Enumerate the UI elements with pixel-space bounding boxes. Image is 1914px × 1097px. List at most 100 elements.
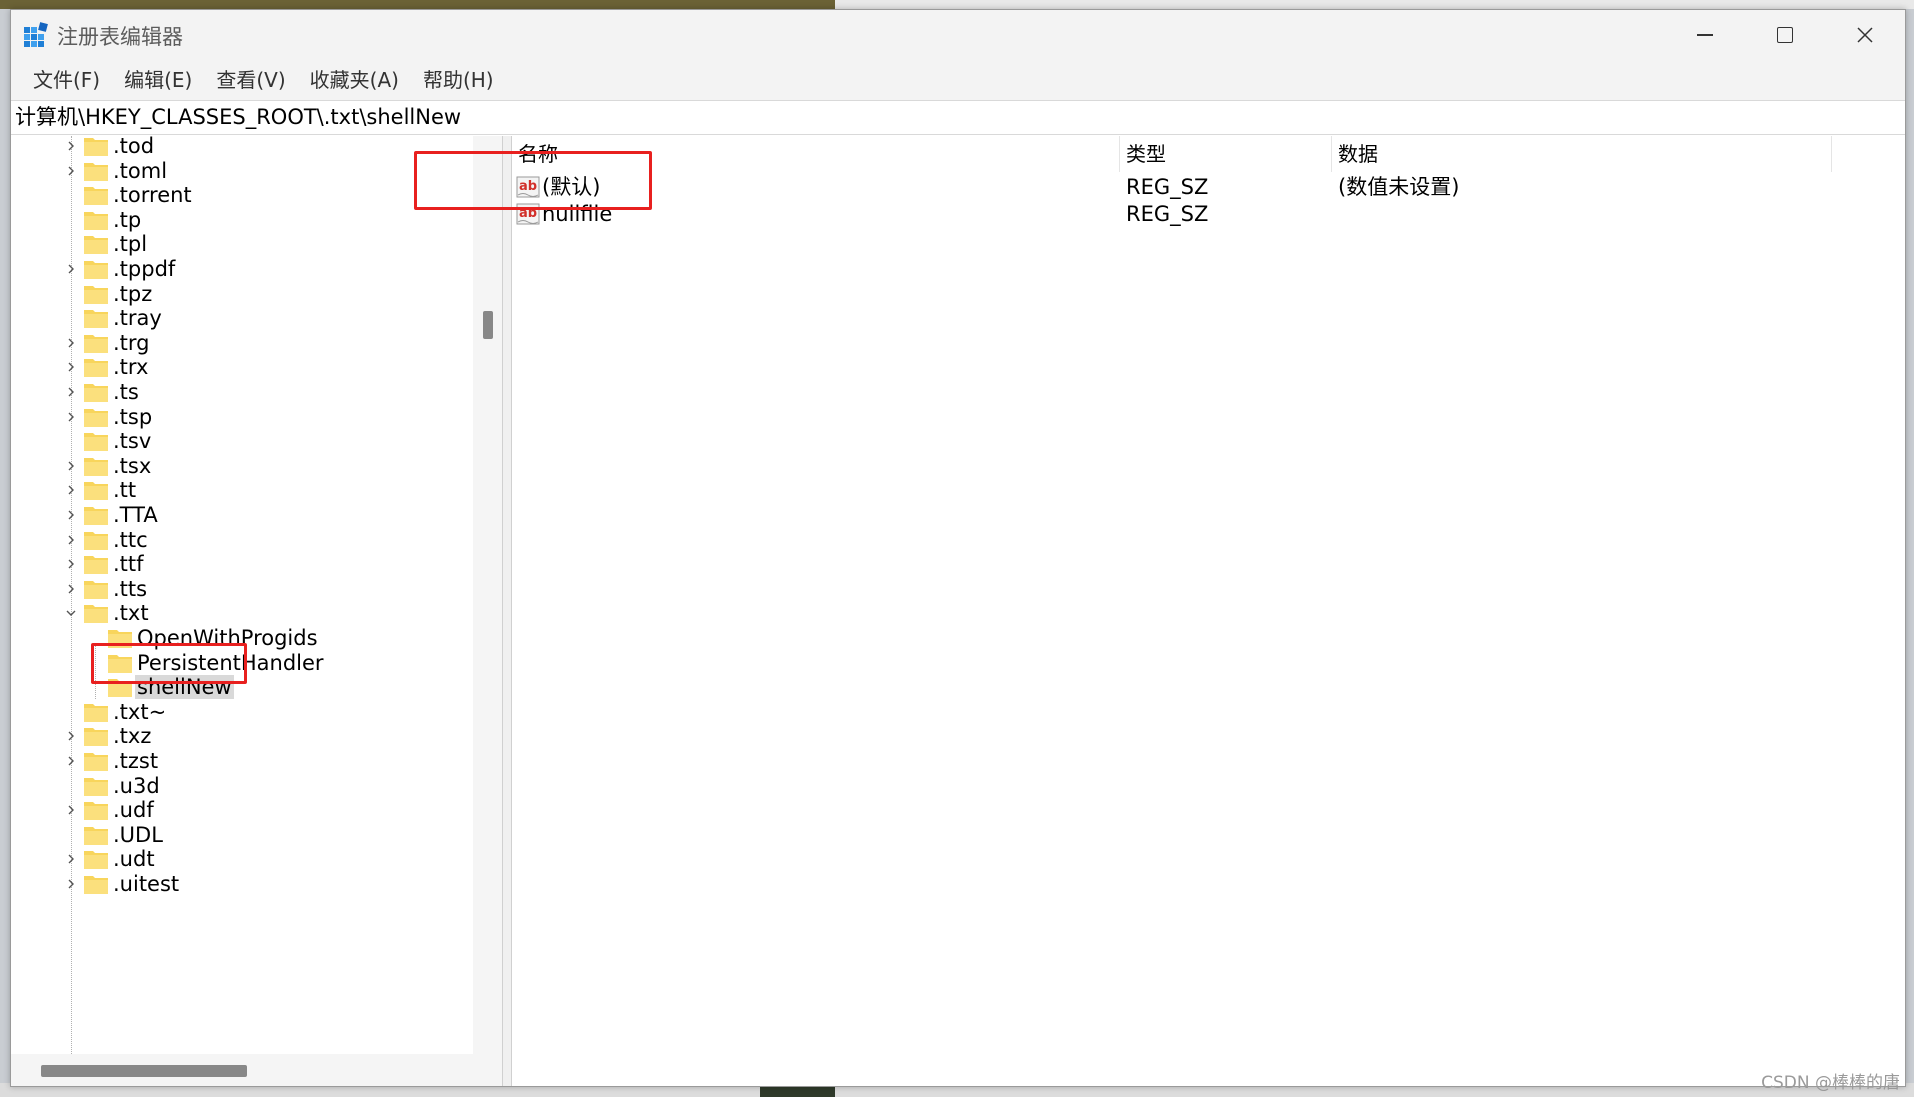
tree-item-label: .trg xyxy=(113,330,150,355)
tree-item-label: shellNew xyxy=(135,675,234,700)
folder-icon xyxy=(83,848,109,870)
folder-icon xyxy=(83,725,109,747)
tree-item-label: .tsp xyxy=(113,404,153,429)
folder-icon xyxy=(107,627,133,649)
tree-item-label: .ttc xyxy=(113,527,148,552)
menu-favorites[interactable]: 收藏夹(A) xyxy=(298,60,411,100)
list-item[interactable]: ab (默认) REG_SZ (数值未设置) xyxy=(512,172,1906,202)
column-header-type[interactable]: 类型 xyxy=(1120,136,1332,172)
svg-text:ab: ab xyxy=(519,179,537,194)
tree-vertical-scrollbar[interactable] xyxy=(473,136,502,1054)
regedit-icon xyxy=(23,22,49,48)
folder-icon xyxy=(83,701,109,723)
tree-item-label: .txt~ xyxy=(113,699,167,724)
value-type: REG_SZ xyxy=(1126,202,1209,226)
folder-icon xyxy=(83,799,109,821)
scroll-thumb[interactable] xyxy=(41,1065,247,1077)
tree-item-label: .UDL xyxy=(113,822,163,847)
tree-view[interactable]: .tod .toml .torrent .tp .tpl .tppdf .tpz .tray.… xyxy=(11,136,473,1054)
folder-icon xyxy=(83,381,109,403)
menu-view[interactable]: 查看(V) xyxy=(204,60,297,100)
list-item[interactable]: ab nullfile REG_SZ xyxy=(512,199,1906,229)
folder-icon xyxy=(83,479,109,501)
reg-sz-icon: ab xyxy=(516,202,540,226)
title-bar[interactable]: 注册表编辑器 xyxy=(11,10,1905,60)
tree-item-label: .ttf xyxy=(113,552,144,577)
menu-help[interactable]: 帮助(H) xyxy=(411,60,506,100)
pane-splitter[interactable] xyxy=(503,136,511,1086)
tree-item-label: .txz xyxy=(113,724,152,749)
folder-icon xyxy=(83,332,109,354)
folder-icon xyxy=(83,529,109,551)
watermark: CSDN @棒棒的唐 xyxy=(1761,1073,1900,1093)
folder-icon xyxy=(83,283,109,305)
tree-item-label: .ts xyxy=(113,380,139,404)
folder-icon xyxy=(83,553,109,575)
tree-item-label: .uitest xyxy=(113,872,180,896)
tree-item-label: .tsx xyxy=(113,453,152,478)
column-header-name[interactable]: 名称 xyxy=(512,136,1120,172)
folder-icon xyxy=(83,750,109,772)
close-icon xyxy=(1857,27,1873,43)
value-name-text: (默认) xyxy=(542,175,601,199)
folder-icon xyxy=(83,873,109,895)
menu-edit[interactable]: 编辑(E) xyxy=(112,60,204,100)
svg-text:ab: ab xyxy=(519,206,537,221)
scroll-thumb[interactable] xyxy=(483,311,493,339)
maximize-button[interactable] xyxy=(1745,10,1825,60)
folder-icon xyxy=(83,602,109,624)
close-button[interactable] xyxy=(1825,10,1905,60)
folder-icon xyxy=(83,258,109,280)
column-header-data[interactable]: 数据 xyxy=(1332,136,1832,172)
tree-item-label: .torrent xyxy=(113,183,192,208)
tree-item-label: .udf xyxy=(113,798,154,823)
tree-item-label: .udt xyxy=(113,847,155,872)
folder-icon xyxy=(83,504,109,526)
regedit-window: 注册表编辑器 文件(F) 编辑(E) 查看(V) 收藏夹(A) 帮助(H) 计算… xyxy=(10,9,1906,1087)
tree-item-label: .toml xyxy=(113,158,168,183)
tree-item-label: OpenWithProgids xyxy=(137,626,318,650)
tree-horizontal-scrollbar[interactable] xyxy=(11,1054,502,1086)
chevron-right-icon[interactable] xyxy=(59,869,83,899)
values-list-pane: 名称 类型 数据 ab (默认) REG_SZ (数值未设置) ab nullfile RE… xyxy=(511,136,1905,1086)
minimize-button[interactable] xyxy=(1665,10,1745,60)
tree-item-label: .tpz xyxy=(113,281,153,306)
tree-item[interactable]: .uitest xyxy=(59,869,181,899)
tree-item-label: .tts xyxy=(113,576,148,601)
list-header: 名称 类型 数据 xyxy=(512,136,1906,172)
tree-item-label: .TTA xyxy=(113,503,158,527)
desktop-background xyxy=(835,0,1914,9)
value-name: ab nullfile xyxy=(516,199,612,229)
folder-icon xyxy=(83,307,109,329)
address-bar[interactable]: 计算机\HKEY_CLASSES_ROOT\.txt\shellNew xyxy=(11,100,1905,135)
tree-item-label: .tp xyxy=(113,207,142,232)
tree-item-label: .tpl xyxy=(113,232,148,257)
value-name-text: nullfile xyxy=(542,202,613,226)
desktop-background xyxy=(0,0,835,9)
menu-bar: 文件(F) 编辑(E) 查看(V) 收藏夹(A) 帮助(H) xyxy=(11,60,1905,100)
folder-icon xyxy=(83,184,109,206)
folder-icon xyxy=(107,652,133,674)
tree-item-label: .tzst xyxy=(113,749,159,773)
reg-sz-icon: ab xyxy=(516,175,540,199)
value-type: REG_SZ xyxy=(1126,175,1209,199)
tree-item-label: .tray xyxy=(113,306,162,331)
tree-item-label: .txt xyxy=(113,601,149,626)
folder-icon xyxy=(83,578,109,600)
folder-icon xyxy=(107,676,133,698)
tree-item-label: .tt xyxy=(113,478,137,503)
folder-icon xyxy=(83,356,109,378)
chevron-down-icon[interactable] xyxy=(59,598,83,628)
panes: .tod .toml .torrent .tp .tpl .tppdf .tpz .tray.… xyxy=(11,136,1905,1086)
folder-icon xyxy=(83,160,109,182)
folder-icon xyxy=(83,824,109,846)
tree-item-label: .trx xyxy=(113,355,149,380)
tree-item-label: .tppdf xyxy=(113,257,176,281)
tree-item-label: .tsv xyxy=(113,429,152,454)
folder-icon xyxy=(83,136,109,157)
folder-icon xyxy=(83,455,109,477)
folder-icon xyxy=(83,430,109,452)
menu-file[interactable]: 文件(F) xyxy=(21,60,112,100)
value-data: (数值未设置) xyxy=(1338,175,1460,199)
window-title: 注册表编辑器 xyxy=(57,25,183,49)
